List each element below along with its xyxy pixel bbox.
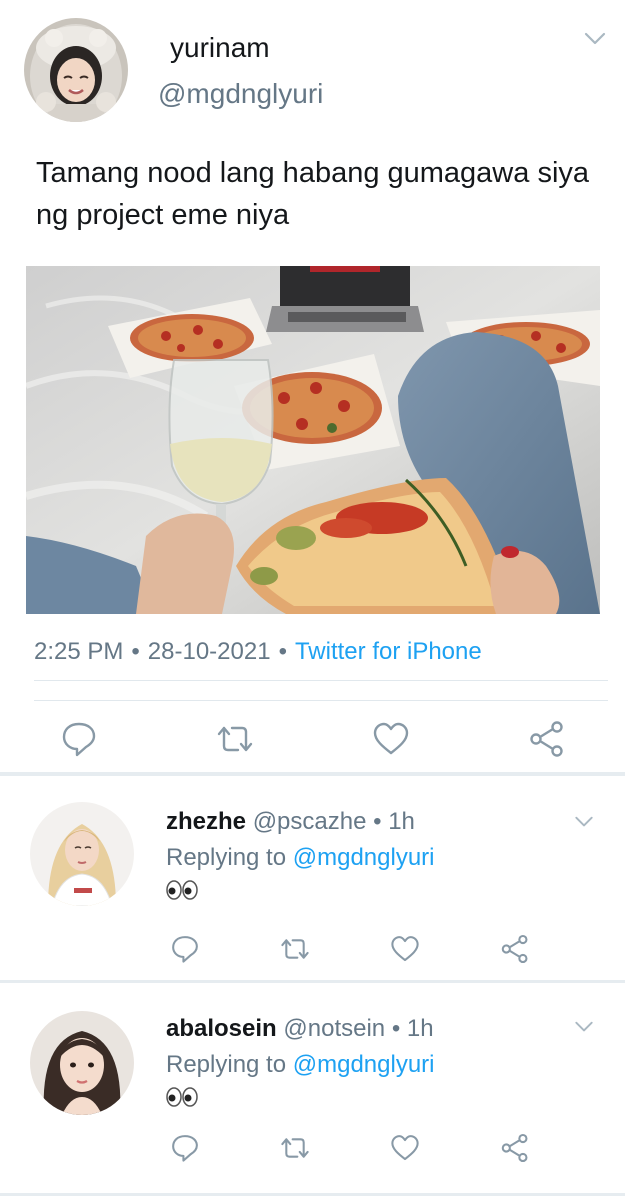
reply-dot: • — [391, 1015, 401, 1042]
reply-handle[interactable]: @pscazhe — [253, 808, 367, 835]
retweet-icon[interactable] — [280, 1133, 310, 1163]
replying-to-link[interactable]: @mgdnglyuri — [293, 1051, 435, 1078]
reply-handle[interactable]: @notsein — [283, 1015, 385, 1042]
reply-icon[interactable] — [170, 934, 200, 964]
tweet-source-link[interactable]: Twitter for iPhone — [295, 638, 482, 665]
eyes-emoji — [166, 1087, 198, 1113]
author-display-name[interactable]: yurinam — [170, 32, 270, 64]
replying-to: Replying to @mgdnglyuri — [166, 844, 435, 872]
meta-separator: • — [131, 638, 140, 665]
share-icon[interactable] — [500, 1133, 530, 1163]
reply-icon[interactable] — [60, 720, 98, 758]
meta-separator: • — [278, 638, 287, 665]
chevron-down-icon[interactable] — [574, 1021, 594, 1033]
reply-actions — [0, 934, 625, 968]
tweet-text: Tamang nood lang habang gumagawa siya ng… — [36, 157, 590, 231]
reply-avatar[interactable] — [30, 1011, 134, 1115]
reply-display-name[interactable]: abalosein — [166, 1015, 277, 1042]
replying-prefix: Replying to — [166, 1051, 293, 1078]
reply-header: abalosein @notsein • 1h — [166, 1015, 434, 1043]
reply-body — [166, 1087, 198, 1113]
share-icon[interactable] — [528, 720, 566, 758]
stats-divider — [34, 700, 608, 701]
tweet-actions — [0, 712, 625, 764]
tweet-meta: 2:25 PM • 28-10-2021 • Twitter for iPhone — [34, 638, 482, 666]
replying-to-link[interactable]: @mgdnglyuri — [293, 844, 435, 871]
reply-avatar[interactable] — [30, 802, 134, 906]
reply-body — [166, 880, 198, 906]
chevron-down-icon[interactable] — [584, 32, 606, 46]
meta-divider — [34, 680, 608, 681]
main-tweet: yurinam @mgdnglyuri Tamang nood lang hab… — [0, 0, 625, 772]
reply-display-name[interactable]: zhezhe — [166, 808, 246, 835]
like-icon[interactable] — [372, 720, 410, 758]
tweet-time[interactable]: 2:25 PM — [34, 638, 123, 665]
retweet-icon[interactable] — [280, 934, 310, 964]
tweet-date[interactable]: 28-10-2021 — [148, 638, 271, 665]
author-avatar[interactable] — [24, 18, 128, 122]
reply-tweet[interactable]: zhezhe @pscazhe • 1h Replying to @mgdngl… — [0, 776, 625, 978]
replying-prefix: Replying to — [166, 844, 293, 871]
replying-to: Replying to @mgdnglyuri — [166, 1051, 435, 1079]
retweet-icon[interactable] — [216, 720, 254, 758]
chevron-down-icon[interactable] — [574, 816, 594, 828]
reply-tweet[interactable]: abalosein @notsein • 1h Replying to @mgd… — [0, 983, 625, 1193]
author-handle[interactable]: @mgdnglyuri — [158, 78, 323, 110]
eyes-emoji — [166, 880, 198, 906]
like-icon[interactable] — [390, 934, 420, 964]
tweet-photo[interactable] — [26, 266, 600, 614]
reply-dot: • — [373, 808, 382, 835]
reply-actions — [0, 1133, 625, 1167]
reply-header: zhezhe @pscazhe • 1h — [166, 808, 415, 836]
share-icon[interactable] — [500, 934, 530, 964]
section-separator — [0, 1193, 625, 1196]
reply-icon[interactable] — [170, 1133, 200, 1163]
like-icon[interactable] — [390, 1133, 420, 1163]
reply-time[interactable]: 1h — [407, 1015, 434, 1042]
reply-time[interactable]: 1h — [388, 808, 415, 835]
